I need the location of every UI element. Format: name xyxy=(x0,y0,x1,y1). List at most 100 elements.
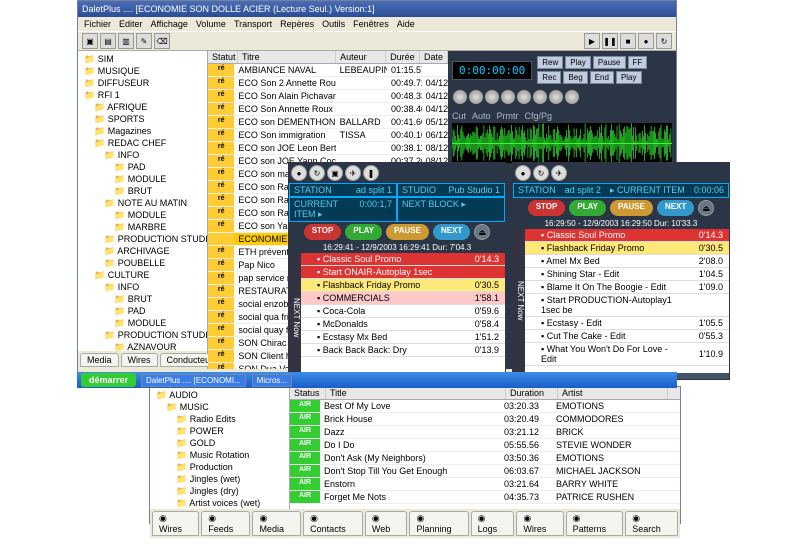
col-header[interactable]: Durée xyxy=(386,51,420,63)
stop-button[interactable]: STOP xyxy=(528,200,566,216)
pause-button[interactable]: PAUSE xyxy=(386,224,429,240)
onair-btn[interactable]: ↻ xyxy=(533,165,549,181)
col-header[interactable]: Artist xyxy=(558,387,668,399)
play-button[interactable]: PLAY xyxy=(345,224,382,240)
grid-row[interactable]: AIRDo I Do05:55.56STEVIE WONDER xyxy=(290,439,680,452)
tree-node[interactable]: 📁 BRUT xyxy=(80,185,205,197)
player-play-button[interactable]: Play xyxy=(616,71,642,84)
knob[interactable] xyxy=(549,90,563,104)
eject-icon[interactable]: ⏏ xyxy=(698,200,714,216)
pause-button[interactable]: PAUSE xyxy=(610,200,653,216)
grid-row[interactable]: ré ECO Son immigrationTISSA 00:40.1006/1… xyxy=(208,129,448,142)
col-header[interactable]: Titre xyxy=(238,51,336,63)
loop-icon[interactable]: ↻ xyxy=(656,33,672,49)
player-opt[interactable]: Cfg/Pg xyxy=(525,111,553,121)
browser-tree[interactable]: 📁 AUDIO📁 MUSIC📁 Radio Edits📁 POWER📁 GOLD… xyxy=(150,387,290,509)
tree-node[interactable]: 📁 PRODUCTION STUDIO xyxy=(80,233,205,245)
tree-node[interactable]: 📁 CULTURE xyxy=(80,269,205,281)
tree-node[interactable]: 📁 PAD xyxy=(80,305,205,317)
tree-node[interactable]: 📁 INFO xyxy=(80,149,205,161)
player-opt[interactable]: Cut xyxy=(452,111,466,121)
grid-row[interactable]: AIREnstorn03:21.64BARRY WHITE xyxy=(290,478,680,491)
start-button[interactable]: démarrer xyxy=(81,373,136,387)
grid-row[interactable]: ré ECO Son Alain Pichavant 00:48.3304/12 xyxy=(208,90,448,103)
knob[interactable] xyxy=(453,90,467,104)
knob[interactable] xyxy=(485,90,499,104)
task-item[interactable]: DaletPlus .... [ECONOMI... xyxy=(141,374,246,387)
browser-grid[interactable]: StatusTitleDurationArtistAIRBest Of My L… xyxy=(290,387,680,509)
tree-node[interactable]: 📁 MODULE xyxy=(80,317,205,329)
tab[interactable]: ◉ Patterns xyxy=(566,511,624,536)
grid-row[interactable]: AIRDon't Stop Till You Get Enough06:03.6… xyxy=(290,465,680,478)
playlist-2[interactable]: ▪ Classic Soul Promo0'14.3▪ Flashback Fr… xyxy=(525,229,729,373)
tree-node[interactable]: 📁 SIM xyxy=(80,53,205,65)
playlist-item[interactable]: ▪ Ecstasy Mx Bed1'51.2 xyxy=(301,331,505,344)
tab[interactable]: ◉ Wires xyxy=(516,511,563,536)
menu-item[interactable]: Outils xyxy=(322,19,345,29)
col-header[interactable]: Duration xyxy=(506,387,558,399)
grid-row[interactable]: AIRBest Of My Love03:20.33EMOTIONS xyxy=(290,400,680,413)
menu-item[interactable]: Repères xyxy=(280,19,314,29)
onair-btn[interactable]: ❚ xyxy=(363,165,379,181)
tree-node[interactable]: 📁 INFO xyxy=(80,281,205,293)
playlist-item[interactable]: ▪ Cut The Cake - Edit0'55.3 xyxy=(525,330,729,343)
player-pause-button[interactable]: Pause xyxy=(593,56,626,69)
col-header[interactable]: Status xyxy=(290,387,326,399)
playlist-item[interactable]: ▪ Coca-Cola0'59.6 xyxy=(301,305,505,318)
player-rec-button[interactable]: Rec xyxy=(537,71,561,84)
tab[interactable]: ◉ Feeds xyxy=(201,511,250,536)
playlist-item[interactable]: ▪ Start ONAIR-Autoplay 1sec xyxy=(301,266,505,279)
playlist-item[interactable]: ▪ Blame It On The Boogie - Edit1'09.0 xyxy=(525,281,729,294)
tree-node[interactable]: 📁 AFRIQUE xyxy=(80,101,205,113)
studio-field[interactable]: STUDIOPub Studio 1 xyxy=(397,183,505,197)
menu-item[interactable]: Volume xyxy=(196,19,226,29)
grid-row[interactable]: ré ECO son DEMENTHON so…BALLARD 00:41.60… xyxy=(208,116,448,129)
station-field[interactable]: STATIONad split 1 xyxy=(289,183,397,197)
main-titlebar[interactable]: DaletPlus .... [ECONOMIE SON DOLLE ACIER… xyxy=(78,1,676,17)
next-button[interactable]: NEXT xyxy=(657,200,694,216)
onair-btn[interactable]: ↻ xyxy=(309,165,325,181)
onair-btn[interactable]: ● xyxy=(291,165,307,181)
playlist-item[interactable]: ▪ Shining Star - Edit1'04.5 xyxy=(525,268,729,281)
waveform[interactable] xyxy=(452,123,672,163)
player-opt[interactable]: Auto xyxy=(472,111,491,121)
nav-tree[interactable]: 📁 SIM📁 MUSIQUE📁 DIFFUSEUR📁 RFI 1📁 AFRIQU… xyxy=(78,51,207,351)
player-beg-button[interactable]: Beg xyxy=(563,71,587,84)
tree-node[interactable]: 📁 MODULE xyxy=(80,173,205,185)
player-ff-button[interactable]: FF xyxy=(628,56,648,69)
onair-btn[interactable]: ✈ xyxy=(345,165,361,181)
knob[interactable] xyxy=(501,90,515,104)
task-item[interactable]: Micros... xyxy=(252,374,292,387)
tree-node[interactable]: 📁 PRODUCTION STUDIO xyxy=(80,329,205,341)
player-end-button[interactable]: End xyxy=(590,71,614,84)
tree-node[interactable]: 📁 PAD xyxy=(80,161,205,173)
knob[interactable] xyxy=(517,90,531,104)
playlist-item[interactable]: ▪ Ecstasy - Edit1'05.5 xyxy=(525,317,729,330)
knob[interactable] xyxy=(533,90,547,104)
tree-node[interactable]: 📁 POWER xyxy=(152,425,287,437)
tool-btn[interactable]: ▤ xyxy=(100,33,116,49)
tool-btn[interactable]: ▥ xyxy=(118,33,134,49)
tree-node[interactable]: 📁 DIFFUSEUR xyxy=(80,77,205,89)
grid-row[interactable]: AIRBrick House03:20.49COMMODORES xyxy=(290,413,680,426)
tree-node[interactable]: 📁 Production xyxy=(152,461,287,473)
tree-node[interactable]: 📁 Magazines xyxy=(80,125,205,137)
pause-icon[interactable]: ❚❚ xyxy=(602,33,618,49)
tree-node[interactable]: 📁 NOTE AU MATIN xyxy=(80,197,205,209)
player-rew-button[interactable]: Rew xyxy=(537,56,563,69)
tab[interactable]: ◉ Contacts xyxy=(303,511,363,536)
tree-node[interactable]: 📁 ARCHIVAGE xyxy=(80,245,205,257)
menu-item[interactable]: Transport xyxy=(234,19,272,29)
tree-node[interactable]: 📁 MARBRE xyxy=(80,221,205,233)
onair-btn[interactable]: ▣ xyxy=(327,165,343,181)
rec-icon[interactable]: ● xyxy=(638,33,654,49)
menu-item[interactable]: Aide xyxy=(397,19,415,29)
menu-item[interactable]: Fichier xyxy=(84,19,111,29)
tree-node[interactable]: 📁 AZNAVOUR xyxy=(80,341,205,351)
tree-node[interactable]: 📁 Artist voices (wet) xyxy=(152,497,287,509)
playlist-item[interactable]: ▪ Flashback Friday Promo0'30.5 xyxy=(301,279,505,292)
playlist-item[interactable]: ▪ What You Won't Do For Love - Edit1'10.… xyxy=(525,343,729,366)
player-opt[interactable]: Prmtr xyxy=(497,111,519,121)
grid-row[interactable]: AIRForget Me Nots04:35.73PATRICE RUSHEN xyxy=(290,491,680,504)
playlist-item[interactable]: ▪ Flashback Friday Promo0'30.5 xyxy=(525,242,729,255)
